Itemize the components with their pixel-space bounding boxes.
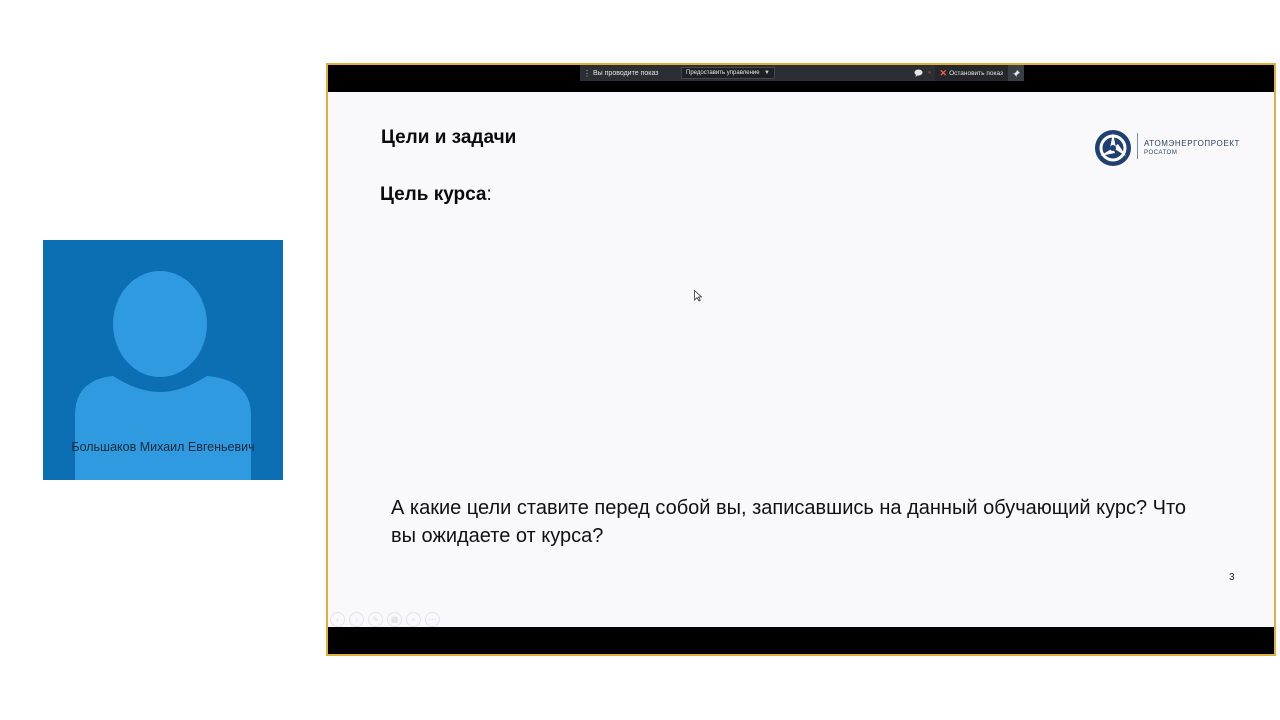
close-icon: ✕ — [939, 67, 948, 78]
status-dot-icon: ● — [927, 70, 932, 76]
stop-sharing-label: Остановить показ — [949, 69, 1003, 77]
give-control-label: Предоставить управление — [686, 70, 760, 76]
shared-screen: ⋮ Вы проводите показ Предоставить управл… — [326, 63, 1276, 656]
more-icon[interactable]: ⋯ — [425, 612, 440, 627]
slides-grid-icon[interactable]: ▦ — [387, 612, 402, 627]
chat-icon[interactable] — [913, 67, 925, 79]
stop-sharing-button[interactable]: ✕ Остановить показ — [934, 65, 1008, 81]
slide-subtitle-tail: : — [486, 184, 492, 205]
atom-logo-icon — [1095, 130, 1131, 166]
logo-sub: РОСАТОМ — [1144, 150, 1178, 156]
arrow-left-icon[interactable]: ‹ — [330, 612, 345, 627]
mouse-cursor-icon — [694, 290, 702, 302]
zoom-icon[interactable]: ⌕ — [406, 612, 421, 627]
drag-grip-icon[interactable]: ⋮ — [583, 69, 591, 78]
arrow-right-icon[interactable]: › — [349, 612, 364, 627]
give-control-dropdown[interactable]: Предоставить управление ▼ — [681, 67, 775, 79]
pen-icon[interactable]: ✎ — [368, 612, 383, 627]
presentation-slide: Цели и задачи Цель курса: АТОМЭНЕРГОПРОЕ… — [328, 92, 1274, 627]
logo-name: АТОМЭНЕРГОПРОЕКТ — [1144, 139, 1241, 148]
slide-subtitle-bold: Цель курса — [380, 184, 487, 205]
slide-subtitle: Цель курса: — [380, 184, 492, 206]
slide-page-number: 3 — [1229, 572, 1235, 583]
participant-name: Большаков Михаил Евгеньевич — [71, 440, 255, 454]
participant-tile[interactable]: Большаков Михаил Евгеньевич — [43, 240, 283, 480]
slide-title: Цели и задачи — [381, 127, 517, 148]
chevron-down-icon: ▼ — [764, 70, 770, 76]
slide-tools: ‹ › ✎ ▦ ⌕ ⋯ — [330, 612, 440, 627]
meeting-stage: Большаков Михаил Евгеньевич ⋮ Вы проводи… — [0, 0, 1280, 720]
logo-divider — [1137, 133, 1138, 159]
pin-icon[interactable] — [1008, 65, 1024, 81]
company-logo: АТОМЭНЕРГОПРОЕКТ РОСАТОМ — [1094, 129, 1244, 167]
slide-question: А какие цели ставите перед собой вы, зап… — [391, 497, 1187, 547]
share-toolbar: ⋮ Вы проводите показ Предоставить управл… — [580, 65, 1024, 81]
presenting-label: Вы проводите показ — [593, 69, 659, 77]
